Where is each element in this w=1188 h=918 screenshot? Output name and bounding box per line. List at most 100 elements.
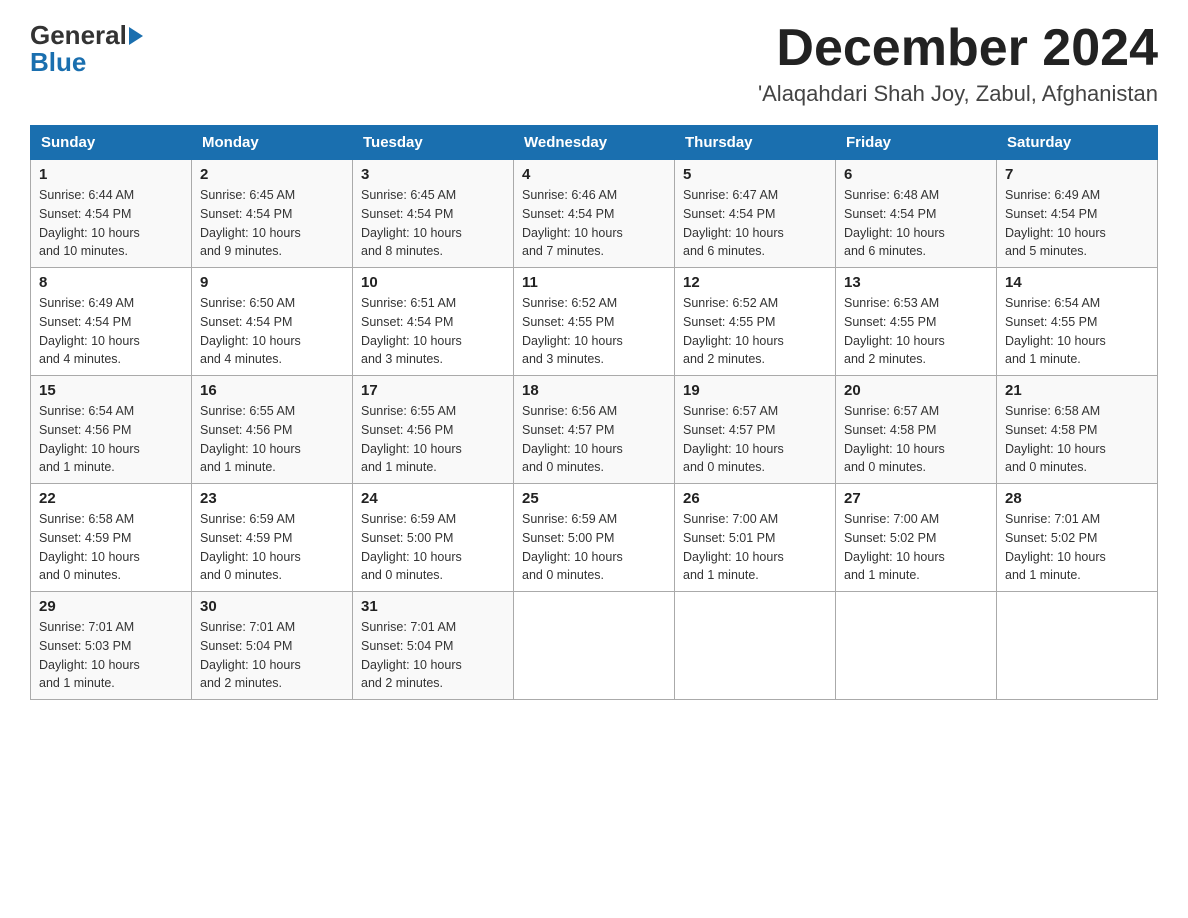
day-info: Sunrise: 6:54 AMSunset: 4:56 PMDaylight:…	[39, 404, 140, 474]
day-number: 7	[1005, 166, 1149, 183]
day-info: Sunrise: 6:55 AMSunset: 4:56 PMDaylight:…	[361, 404, 462, 474]
day-info: Sunrise: 6:49 AMSunset: 4:54 PMDaylight:…	[1005, 188, 1106, 258]
header-tuesday: Tuesday	[353, 126, 514, 160]
calendar-day-10: 10 Sunrise: 6:51 AMSunset: 4:54 PMDaylig…	[353, 268, 514, 376]
calendar-day-29: 29 Sunrise: 7:01 AMSunset: 5:03 PMDaylig…	[31, 592, 192, 700]
day-info: Sunrise: 6:57 AMSunset: 4:58 PMDaylight:…	[844, 404, 945, 474]
logo-arrow-icon	[129, 27, 143, 45]
day-number: 22	[39, 490, 183, 507]
calendar-day-8: 8 Sunrise: 6:49 AMSunset: 4:54 PMDayligh…	[31, 268, 192, 376]
day-number: 15	[39, 382, 183, 399]
day-info: Sunrise: 7:01 AMSunset: 5:04 PMDaylight:…	[361, 620, 462, 690]
day-number: 8	[39, 274, 183, 291]
calendar-day-27: 27 Sunrise: 7:00 AMSunset: 5:02 PMDaylig…	[836, 484, 997, 592]
empty-cell	[836, 592, 997, 700]
calendar-day-12: 12 Sunrise: 6:52 AMSunset: 4:55 PMDaylig…	[675, 268, 836, 376]
calendar-day-2: 2 Sunrise: 6:45 AMSunset: 4:54 PMDayligh…	[192, 160, 353, 268]
calendar-week-2: 8 Sunrise: 6:49 AMSunset: 4:54 PMDayligh…	[31, 268, 1158, 376]
day-info: Sunrise: 6:52 AMSunset: 4:55 PMDaylight:…	[683, 296, 784, 366]
day-info: Sunrise: 6:58 AMSunset: 4:58 PMDaylight:…	[1005, 404, 1106, 474]
day-number: 23	[200, 490, 344, 507]
day-number: 30	[200, 598, 344, 615]
empty-cell	[997, 592, 1158, 700]
day-number: 20	[844, 382, 988, 399]
day-info: Sunrise: 7:01 AMSunset: 5:03 PMDaylight:…	[39, 620, 140, 690]
calendar-day-28: 28 Sunrise: 7:01 AMSunset: 5:02 PMDaylig…	[997, 484, 1158, 592]
day-info: Sunrise: 6:58 AMSunset: 4:59 PMDaylight:…	[39, 512, 140, 582]
day-info: Sunrise: 7:00 AMSunset: 5:01 PMDaylight:…	[683, 512, 784, 582]
day-number: 29	[39, 598, 183, 615]
header-sunday: Sunday	[31, 126, 192, 160]
title-section: December 2024 'Alaqahdari Shah Joy, Zabu…	[758, 20, 1158, 107]
location-subtitle: 'Alaqahdari Shah Joy, Zabul, Afghanistan	[758, 81, 1158, 107]
day-info: Sunrise: 6:52 AMSunset: 4:55 PMDaylight:…	[522, 296, 623, 366]
day-info: Sunrise: 6:48 AMSunset: 4:54 PMDaylight:…	[844, 188, 945, 258]
day-info: Sunrise: 6:57 AMSunset: 4:57 PMDaylight:…	[683, 404, 784, 474]
calendar-day-4: 4 Sunrise: 6:46 AMSunset: 4:54 PMDayligh…	[514, 160, 675, 268]
header-monday: Monday	[192, 126, 353, 160]
page-header: General Blue December 2024 'Alaqahdari S…	[30, 20, 1158, 107]
day-info: Sunrise: 6:55 AMSunset: 4:56 PMDaylight:…	[200, 404, 301, 474]
calendar-day-31: 31 Sunrise: 7:01 AMSunset: 5:04 PMDaylig…	[353, 592, 514, 700]
day-number: 12	[683, 274, 827, 291]
calendar-day-1: 1 Sunrise: 6:44 AMSunset: 4:54 PMDayligh…	[31, 160, 192, 268]
calendar-day-3: 3 Sunrise: 6:45 AMSunset: 4:54 PMDayligh…	[353, 160, 514, 268]
day-number: 28	[1005, 490, 1149, 507]
header-thursday: Thursday	[675, 126, 836, 160]
calendar-day-20: 20 Sunrise: 6:57 AMSunset: 4:58 PMDaylig…	[836, 376, 997, 484]
day-info: Sunrise: 6:59 AMSunset: 4:59 PMDaylight:…	[200, 512, 301, 582]
calendar-day-17: 17 Sunrise: 6:55 AMSunset: 4:56 PMDaylig…	[353, 376, 514, 484]
day-number: 4	[522, 166, 666, 183]
day-number: 10	[361, 274, 505, 291]
calendar-day-16: 16 Sunrise: 6:55 AMSunset: 4:56 PMDaylig…	[192, 376, 353, 484]
calendar-week-1: 1 Sunrise: 6:44 AMSunset: 4:54 PMDayligh…	[31, 160, 1158, 268]
header-saturday: Saturday	[997, 126, 1158, 160]
header-friday: Friday	[836, 126, 997, 160]
day-info: Sunrise: 6:46 AMSunset: 4:54 PMDaylight:…	[522, 188, 623, 258]
calendar-day-11: 11 Sunrise: 6:52 AMSunset: 4:55 PMDaylig…	[514, 268, 675, 376]
day-info: Sunrise: 6:45 AMSunset: 4:54 PMDaylight:…	[361, 188, 462, 258]
calendar-table: SundayMondayTuesdayWednesdayThursdayFrid…	[30, 125, 1158, 700]
calendar-day-18: 18 Sunrise: 6:56 AMSunset: 4:57 PMDaylig…	[514, 376, 675, 484]
day-info: Sunrise: 6:51 AMSunset: 4:54 PMDaylight:…	[361, 296, 462, 366]
empty-cell	[514, 592, 675, 700]
calendar-day-26: 26 Sunrise: 7:00 AMSunset: 5:01 PMDaylig…	[675, 484, 836, 592]
day-info: Sunrise: 6:44 AMSunset: 4:54 PMDaylight:…	[39, 188, 140, 258]
calendar-day-19: 19 Sunrise: 6:57 AMSunset: 4:57 PMDaylig…	[675, 376, 836, 484]
calendar-day-24: 24 Sunrise: 6:59 AMSunset: 5:00 PMDaylig…	[353, 484, 514, 592]
day-info: Sunrise: 6:47 AMSunset: 4:54 PMDaylight:…	[683, 188, 784, 258]
header-wednesday: Wednesday	[514, 126, 675, 160]
day-info: Sunrise: 7:01 AMSunset: 5:04 PMDaylight:…	[200, 620, 301, 690]
calendar-day-21: 21 Sunrise: 6:58 AMSunset: 4:58 PMDaylig…	[997, 376, 1158, 484]
day-info: Sunrise: 6:50 AMSunset: 4:54 PMDaylight:…	[200, 296, 301, 366]
calendar-day-14: 14 Sunrise: 6:54 AMSunset: 4:55 PMDaylig…	[997, 268, 1158, 376]
calendar-day-15: 15 Sunrise: 6:54 AMSunset: 4:56 PMDaylig…	[31, 376, 192, 484]
calendar-day-5: 5 Sunrise: 6:47 AMSunset: 4:54 PMDayligh…	[675, 160, 836, 268]
calendar-header-row: SundayMondayTuesdayWednesdayThursdayFrid…	[31, 126, 1158, 160]
calendar-day-25: 25 Sunrise: 6:59 AMSunset: 5:00 PMDaylig…	[514, 484, 675, 592]
day-number: 9	[200, 274, 344, 291]
day-number: 18	[522, 382, 666, 399]
calendar-day-13: 13 Sunrise: 6:53 AMSunset: 4:55 PMDaylig…	[836, 268, 997, 376]
day-number: 19	[683, 382, 827, 399]
calendar-week-4: 22 Sunrise: 6:58 AMSunset: 4:59 PMDaylig…	[31, 484, 1158, 592]
day-number: 17	[361, 382, 505, 399]
day-number: 25	[522, 490, 666, 507]
calendar-day-22: 22 Sunrise: 6:58 AMSunset: 4:59 PMDaylig…	[31, 484, 192, 592]
day-number: 6	[844, 166, 988, 183]
day-info: Sunrise: 6:59 AMSunset: 5:00 PMDaylight:…	[522, 512, 623, 582]
calendar-day-7: 7 Sunrise: 6:49 AMSunset: 4:54 PMDayligh…	[997, 160, 1158, 268]
day-number: 16	[200, 382, 344, 399]
day-info: Sunrise: 6:53 AMSunset: 4:55 PMDaylight:…	[844, 296, 945, 366]
day-info: Sunrise: 6:56 AMSunset: 4:57 PMDaylight:…	[522, 404, 623, 474]
calendar-day-6: 6 Sunrise: 6:48 AMSunset: 4:54 PMDayligh…	[836, 160, 997, 268]
calendar-day-30: 30 Sunrise: 7:01 AMSunset: 5:04 PMDaylig…	[192, 592, 353, 700]
day-number: 31	[361, 598, 505, 615]
calendar-day-23: 23 Sunrise: 6:59 AMSunset: 4:59 PMDaylig…	[192, 484, 353, 592]
day-number: 13	[844, 274, 988, 291]
calendar-week-5: 29 Sunrise: 7:01 AMSunset: 5:03 PMDaylig…	[31, 592, 1158, 700]
day-number: 26	[683, 490, 827, 507]
day-info: Sunrise: 6:59 AMSunset: 5:00 PMDaylight:…	[361, 512, 462, 582]
empty-cell	[675, 592, 836, 700]
logo: General Blue	[30, 20, 145, 78]
